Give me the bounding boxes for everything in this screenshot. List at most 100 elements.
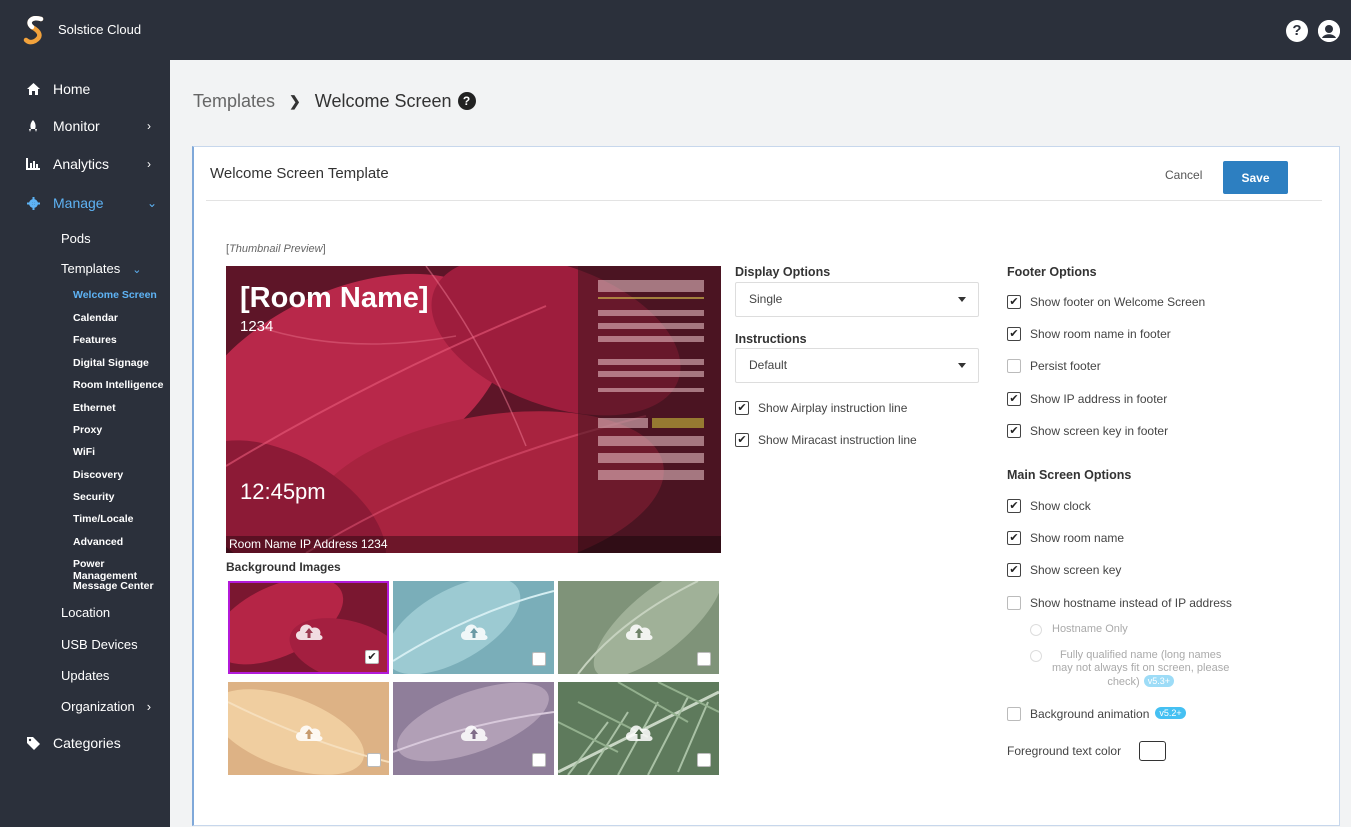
sidebar-item-features[interactable]: Features: [73, 334, 117, 346]
sidebar-item-pods[interactable]: Pods: [61, 231, 91, 246]
footer-options-label: Footer Options: [1007, 265, 1097, 279]
tile-checkbox[interactable]: [532, 652, 546, 666]
fqdn-option: Fully qualified name (long names may not…: [1030, 649, 1229, 689]
sidebar-item-security[interactable]: Security: [73, 491, 114, 503]
caret-down-icon: [958, 297, 966, 302]
instruction-bar: [598, 280, 704, 292]
cloud-upload-icon: [295, 623, 323, 640]
checkbox[interactable]: ✔: [1007, 327, 1021, 341]
footer-option: ✔ Show screen key in footer: [1007, 424, 1168, 438]
tile-checkbox[interactable]: [697, 652, 711, 666]
sidebar-item-calendar[interactable]: Calendar: [73, 312, 118, 324]
preview-screen-key: 1234: [240, 318, 274, 335]
thumbnail-preview-label: [Thumbnail Preview]: [226, 243, 326, 255]
tile-checkbox[interactable]: [367, 753, 381, 767]
checkbox[interactable]: ✔: [1007, 392, 1021, 406]
divider: [206, 200, 1322, 201]
checkbox[interactable]: ✔: [1007, 424, 1021, 438]
background-tile-teal-leaves[interactable]: [393, 581, 554, 674]
save-button[interactable]: Save: [1223, 161, 1288, 194]
option-label: Show screen key in footer: [1030, 424, 1169, 438]
main-screen-options-label: Main Screen Options: [1007, 468, 1132, 482]
caret-down-icon: [958, 363, 966, 368]
sidebar-item-discovery[interactable]: Discovery: [73, 469, 123, 481]
sidebar-item-power-management[interactable]: Power Management: [73, 558, 170, 582]
sidebar-item-label: Analytics: [53, 156, 110, 172]
sidebar-item-monitor[interactable]: Monitor ›: [0, 111, 170, 141]
tile-checkbox[interactable]: [532, 753, 546, 767]
checkbox[interactable]: [1007, 359, 1021, 373]
checkbox[interactable]: [1007, 596, 1021, 610]
fqdn-line: Fully qualified name (long names: [1059, 649, 1222, 661]
sidebar-item-digital-signage[interactable]: Digital Signage: [73, 357, 149, 369]
sidebar-item-wifi[interactable]: WiFi: [73, 446, 95, 458]
radio-button[interactable]: [1030, 624, 1042, 636]
background-tile-green-leaves[interactable]: [558, 581, 719, 674]
sidebar-item-manage[interactable]: Manage ⌄: [0, 188, 170, 218]
footer-option: ✔ Show room name in footer: [1007, 327, 1171, 341]
sidebar-item-ethernet[interactable]: Ethernet: [73, 402, 116, 414]
select-value: Default: [749, 358, 788, 372]
app-title: Solstice Cloud: [58, 22, 142, 37]
miracast-instruction-option: ✔ Show Miracast instruction line: [735, 433, 917, 447]
version-badge: v5.2+: [1155, 707, 1186, 719]
tile-checkbox[interactable]: [697, 753, 711, 767]
sidebar-item-templates[interactable]: Templates ⌄: [61, 261, 141, 276]
sidebar-item-time-locale[interactable]: Time/Locale: [73, 513, 134, 525]
question-icon[interactable]: ?: [457, 92, 476, 110]
airplay-instruction-option: ✔ Show Airplay instruction line: [735, 401, 907, 415]
instruction-bar: [598, 388, 704, 392]
checkbox[interactable]: ✔: [1007, 531, 1021, 545]
instruction-bar: [598, 470, 704, 480]
instruction-bar: [598, 359, 704, 365]
instructions-select[interactable]: Default: [735, 348, 979, 383]
breadcrumb-templates-link[interactable]: Templates: [193, 91, 275, 112]
hostname-only-option: Hostname Only: [1030, 623, 1128, 636]
sidebar-item-categories[interactable]: Categories: [0, 728, 170, 758]
gear-icon: [26, 196, 40, 210]
foreground-color-picker[interactable]: [1139, 741, 1166, 761]
background-tile-palm-fronds[interactable]: [558, 682, 719, 775]
radio-button[interactable]: [1030, 650, 1042, 662]
sidebar-item-usb-devices[interactable]: USB Devices: [61, 637, 138, 652]
thumbnail-preview: [Room Name] 1234 12:45pm Room Name IP Ad…: [226, 266, 721, 553]
sidebar-item-analytics[interactable]: Analytics ›: [0, 149, 170, 179]
sidebar-item-room-intelligence[interactable]: Room Intelligence: [73, 379, 163, 391]
show-hostname-option: Show hostname instead of IP address: [1007, 596, 1232, 610]
background-tile-purple-leaves[interactable]: [393, 682, 554, 775]
checkbox[interactable]: [1007, 707, 1021, 721]
option-label: Show screen key: [1030, 563, 1122, 577]
sidebar-item-welcome-screen[interactable]: Welcome Screen: [73, 289, 157, 301]
sidebar-item-organization[interactable]: Organization ›: [61, 699, 151, 714]
sidebar-item-location[interactable]: Location: [61, 605, 110, 620]
preview-clock: 12:45pm: [240, 479, 326, 504]
footer-option: ✔ Show footer on Welcome Screen: [1007, 295, 1205, 309]
sidebar-item-updates[interactable]: Updates: [61, 668, 109, 683]
instructions-label: Instructions: [735, 332, 807, 346]
tile-checkbox[interactable]: ✔: [365, 650, 379, 664]
sidebar-item-advanced[interactable]: Advanced: [73, 536, 123, 548]
card-title: Welcome Screen Template: [210, 165, 389, 182]
option-label: Show room name in footer: [1030, 327, 1171, 341]
question-icon[interactable]: ?: [1286, 20, 1308, 42]
solstice-logo-icon[interactable]: [22, 14, 48, 46]
user-circle-icon[interactable]: [1318, 20, 1340, 42]
display-options-select[interactable]: Single: [735, 282, 979, 317]
checkbox[interactable]: ✔: [1007, 499, 1021, 513]
instruction-bar: [652, 418, 704, 428]
background-tile-peach-leaves[interactable]: [228, 682, 389, 775]
chevron-right-icon: ❯: [289, 92, 301, 109]
sidebar-item-label: Templates: [61, 261, 121, 276]
checkbox[interactable]: ✔: [1007, 563, 1021, 577]
checkbox[interactable]: ✔: [735, 401, 749, 415]
preview-room-name: [Room Name]: [240, 282, 429, 314]
sidebar-item-home[interactable]: Home: [0, 74, 170, 104]
sidebar-item-message-center[interactable]: Message Center: [73, 580, 154, 592]
checkbox[interactable]: ✔: [735, 433, 749, 447]
cancel-button[interactable]: Cancel: [1165, 168, 1202, 182]
top-bar: Solstice Cloud ?: [0, 0, 1351, 60]
sidebar-item-proxy[interactable]: Proxy: [73, 424, 102, 436]
checkbox[interactable]: ✔: [1007, 295, 1021, 309]
background-tile-red-leaves[interactable]: ✔: [228, 581, 389, 674]
footer-option: ✔ Show IP address in footer: [1007, 392, 1167, 406]
